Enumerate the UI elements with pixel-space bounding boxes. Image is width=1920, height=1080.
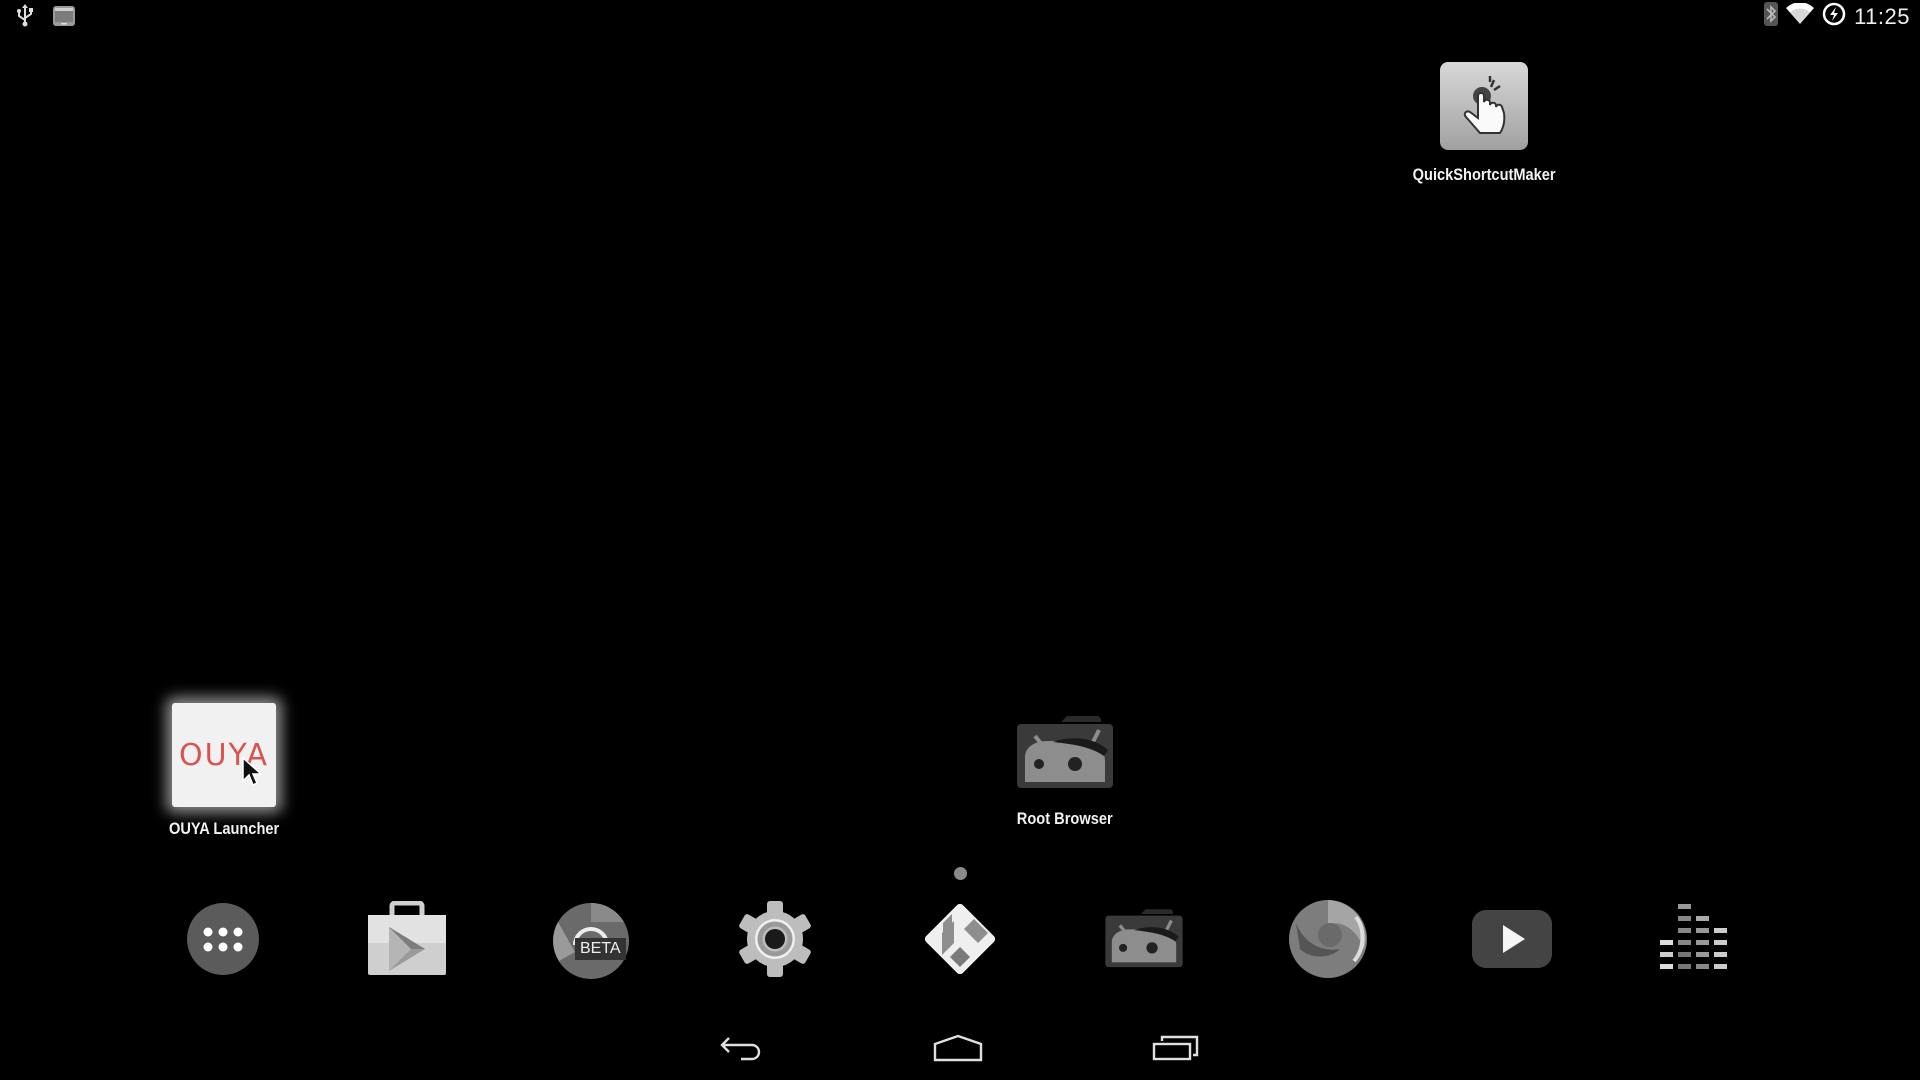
- back-icon: [719, 1034, 765, 1067]
- nav-recents-button[interactable]: [1146, 1030, 1206, 1070]
- dock: BETA: [0, 895, 1920, 987]
- usb-icon: [16, 4, 34, 33]
- dock-chrome-beta[interactable]: BETA: [545, 895, 637, 987]
- kodi-icon: [920, 899, 1000, 984]
- equalizer-icon: [1658, 903, 1732, 979]
- root-browser-icon: [1102, 906, 1186, 977]
- shortcut-label: Root Browser: [1017, 809, 1113, 828]
- nav-back-button[interactable]: [712, 1030, 772, 1070]
- firefox-icon: [1286, 897, 1370, 986]
- shortcut-label: OUYA Launcher: [168, 819, 280, 838]
- shortcut-ouya-launcher[interactable]: OUYA OUYA Launcher: [124, 703, 324, 839]
- youtube-icon: [1471, 909, 1553, 974]
- play-store-icon: [366, 900, 448, 982]
- dock-kodi[interactable]: [914, 895, 1006, 987]
- dock-play-store[interactable]: [361, 895, 453, 987]
- shortcut-quickshortcutmaker[interactable]: QuickShortcutMaker: [1384, 60, 1584, 185]
- system-status[interactable]: 11:25: [1764, 2, 1910, 31]
- status-bar: 11:25: [0, 0, 1920, 32]
- beta-badge: BETA: [575, 938, 626, 960]
- clock: 11:25: [1854, 3, 1910, 29]
- dock-youtube[interactable]: [1466, 895, 1558, 987]
- dock-settings[interactable]: [729, 895, 821, 987]
- data-saver-icon: [1822, 2, 1846, 31]
- home-icon: [933, 1034, 983, 1067]
- notification-icons[interactable]: [16, 4, 76, 33]
- quickshortcutmaker-icon: [1438, 60, 1530, 157]
- gear-icon: [735, 899, 815, 984]
- shortcut-label: QuickShortcutMaker: [1412, 165, 1556, 184]
- shortcut-root-browser[interactable]: Root Browser: [965, 712, 1165, 829]
- dock-app-drawer[interactable]: [177, 895, 269, 987]
- nav-home-button[interactable]: [928, 1030, 988, 1070]
- mouse-cursor-icon: [242, 756, 264, 792]
- dock-root-browser[interactable]: [1098, 895, 1190, 987]
- bluetooth-icon: [1764, 2, 1779, 31]
- wifi-icon: [1786, 2, 1815, 30]
- ouya-launcher-icon: OUYA: [172, 703, 276, 807]
- root-browser-icon: [1013, 712, 1117, 799]
- dock-firefox[interactable]: [1282, 895, 1374, 987]
- page-indicator-dot: [954, 867, 967, 880]
- chrome-beta-icon: BETA: [551, 901, 631, 981]
- all-apps-icon: [186, 902, 260, 981]
- recents-icon: [1152, 1034, 1200, 1067]
- screenshot-icon: [52, 4, 76, 33]
- dock-deezer[interactable]: [1649, 895, 1741, 987]
